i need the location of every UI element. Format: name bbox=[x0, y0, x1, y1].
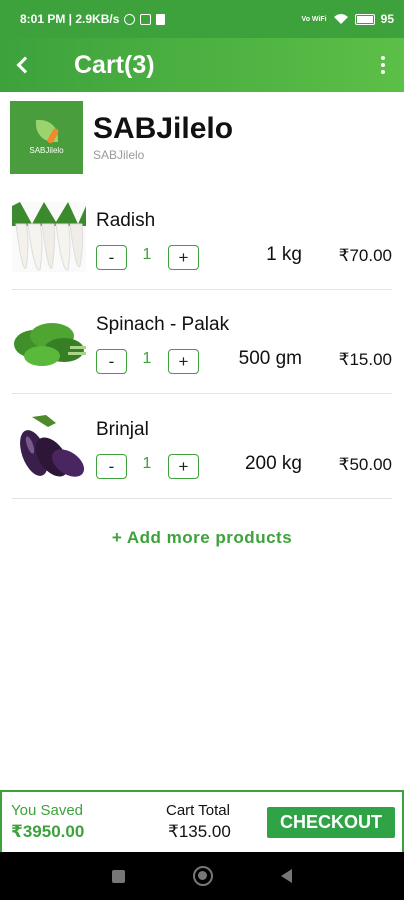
app-bar: Cart(3) bbox=[0, 38, 404, 92]
item-price: ₹70.00 bbox=[338, 246, 392, 265]
cart-item-spinach: Spinach - Palak - 1 + 500 gm ₹15.00 bbox=[12, 300, 392, 394]
app-notification-icon bbox=[140, 13, 152, 25]
item-weight: 1 kg bbox=[266, 244, 302, 265]
decrease-quantity-button[interactable]: - bbox=[96, 349, 127, 374]
cart-item-radish: Radish - 1 + 1 kg ₹70.00 bbox=[12, 196, 392, 290]
increase-quantity-button[interactable]: + bbox=[168, 245, 199, 270]
item-weight: 500 gm bbox=[238, 348, 302, 369]
increase-quantity-button[interactable]: + bbox=[168, 349, 199, 374]
you-saved-value: ₹3950.00 bbox=[11, 822, 85, 841]
system-nav-bar bbox=[0, 852, 404, 900]
item-name: Brinjal bbox=[96, 419, 149, 440]
item-price: ₹50.00 bbox=[338, 455, 392, 474]
store-name: SABJilelo bbox=[93, 112, 234, 145]
item-weight: 200 kg bbox=[244, 453, 302, 474]
store-header: SABJilelo SABJilelo SABJilelo bbox=[10, 100, 233, 174]
overflow-menu-button[interactable] bbox=[368, 38, 398, 92]
add-more-products-link[interactable]: + Add more products bbox=[0, 528, 404, 548]
back-button[interactable] bbox=[0, 38, 46, 92]
trash-notification-icon bbox=[156, 13, 166, 25]
back-arrow-icon bbox=[16, 56, 34, 74]
leaf-logo-icon bbox=[35, 119, 60, 144]
wifi-icon bbox=[333, 14, 348, 24]
store-logo: SABJilelo bbox=[10, 100, 83, 174]
status-time: 8:01 PM | 2.9KB/s bbox=[20, 12, 120, 26]
decrease-quantity-button[interactable]: - bbox=[96, 245, 127, 270]
store-subtitle: SABJilelo bbox=[93, 148, 145, 162]
brinjal-image bbox=[12, 411, 86, 481]
recents-icon[interactable] bbox=[112, 869, 125, 883]
battery-icon bbox=[354, 13, 375, 25]
more-vert-icon bbox=[381, 56, 385, 60]
alarm-icon bbox=[124, 13, 136, 25]
home-icon[interactable] bbox=[193, 866, 213, 886]
cart-item-brinjal: Brinjal - 1 + 200 kg ₹50.00 bbox=[12, 405, 392, 499]
battery-level: 95 bbox=[380, 12, 394, 26]
increase-quantity-button[interactable]: + bbox=[168, 454, 199, 479]
quantity-value: 1 bbox=[142, 455, 152, 472]
decrease-quantity-button[interactable]: - bbox=[96, 454, 127, 479]
cart-total-value: ₹135.00 bbox=[168, 822, 231, 841]
quantity-value: 1 bbox=[142, 246, 152, 263]
spinach-image bbox=[12, 306, 86, 376]
item-name: Radish bbox=[96, 210, 156, 231]
cart-total-label: Cart Total bbox=[166, 802, 230, 819]
radish-image bbox=[12, 202, 86, 272]
cart-summary-bar: You Saved ₹3950.00 Cart Total ₹135.00 CH… bbox=[0, 790, 404, 852]
nav-back-icon[interactable] bbox=[281, 869, 292, 883]
checkout-button[interactable]: CHECKOUT bbox=[267, 807, 395, 838]
you-saved-label: You Saved bbox=[11, 802, 84, 819]
item-name: Spinach - Palak bbox=[96, 314, 230, 335]
item-price: ₹15.00 bbox=[338, 350, 392, 369]
vowifi-label: Vo WiFi bbox=[301, 15, 327, 23]
store-logo-text: SABJilelo bbox=[29, 145, 64, 155]
page-title: Cart(3) bbox=[74, 50, 155, 79]
status-bar: 8:01 PM | 2.9KB/s Vo WiFi 95 bbox=[0, 0, 404, 38]
quantity-value: 1 bbox=[142, 350, 152, 367]
